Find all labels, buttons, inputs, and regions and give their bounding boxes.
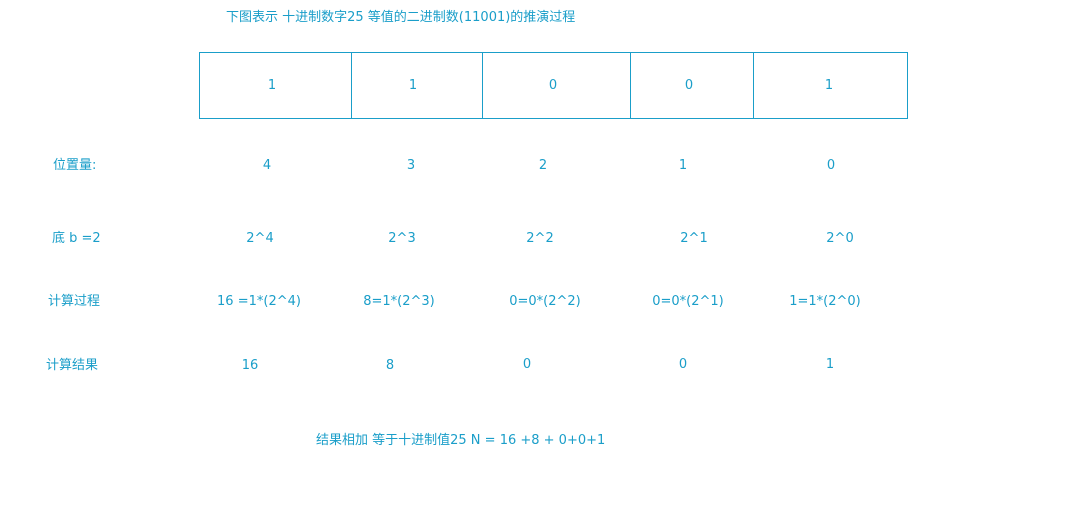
result-value: 1 [825, 357, 835, 372]
process-value: 8=1*(2^3) [363, 294, 435, 309]
row-label-position: 位置量: [53, 158, 97, 173]
base-value: 2^4 [246, 231, 274, 246]
row-label-process: 计算过程 [48, 294, 101, 309]
bit-divider [351, 53, 352, 118]
position-value: 1 [678, 158, 688, 173]
bit-cell: 1 [408, 78, 418, 93]
base-value: 2^0 [826, 231, 854, 246]
diagram-title: 下图表示 十进制数字25 等值的二进制数(11001)的推演过程 [226, 10, 576, 25]
base-value: 2^2 [526, 231, 554, 246]
bit-cell: 1 [824, 78, 834, 93]
process-value: 0=0*(2^1) [652, 294, 724, 309]
bit-divider [482, 53, 483, 118]
base-value: 2^1 [680, 231, 708, 246]
bit-cell: 0 [548, 78, 558, 93]
bit-divider [630, 53, 631, 118]
bit-cell: 0 [684, 78, 694, 93]
result-value: 0 [522, 357, 532, 372]
result-value: 8 [385, 358, 395, 373]
row-label-result: 计算结果 [46, 358, 99, 373]
bit-divider [753, 53, 754, 118]
result-value: 16 [241, 358, 259, 373]
binary-digits-box: 1 1 0 0 1 [199, 52, 908, 119]
row-label-base: 底 b =2 [52, 231, 101, 246]
summary-text: 结果相加 等于十进制值25 N = 16 +8 + 0+0+1 [316, 433, 606, 448]
position-value: 3 [406, 158, 416, 173]
bit-cell: 1 [267, 78, 277, 93]
position-value: 2 [538, 158, 548, 173]
process-value: 1=1*(2^0) [789, 294, 861, 309]
position-value: 0 [826, 158, 836, 173]
process-value: 16 =1*(2^4) [217, 294, 301, 309]
result-value: 0 [678, 357, 688, 372]
process-value: 0=0*(2^2) [509, 294, 581, 309]
position-value: 4 [262, 158, 272, 173]
base-value: 2^3 [388, 231, 416, 246]
